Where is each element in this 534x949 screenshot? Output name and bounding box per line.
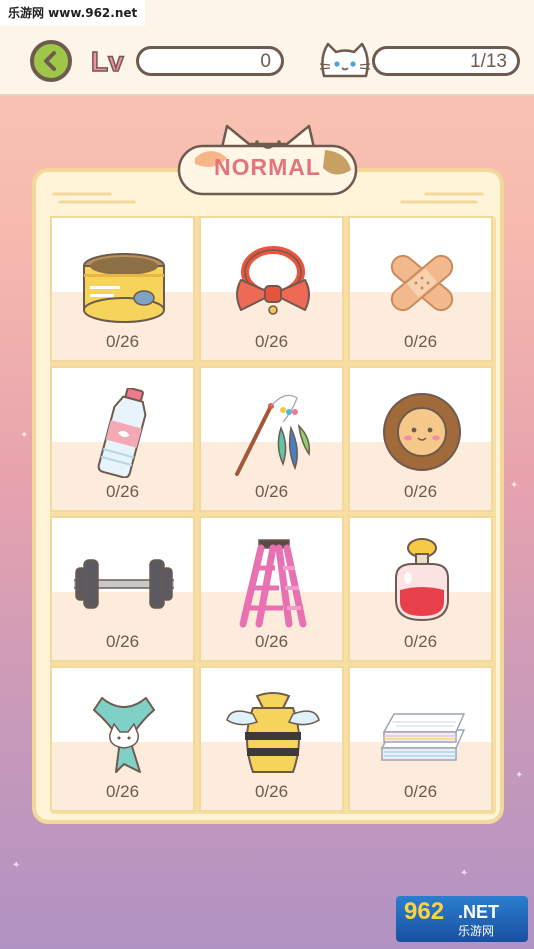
item-count: 0/26 [254, 632, 289, 651]
sparkle-icon: ✦ [460, 868, 469, 879]
collection-count: 1/13 [470, 51, 507, 72]
level-label: Lv [91, 46, 124, 76]
sparkle-icon: ✦ [515, 770, 524, 781]
item-cell-perfume-bottle[interactable]: 0/26 [348, 516, 493, 662]
bee-costume-icon [226, 692, 320, 773]
cat-face-icon [319, 42, 371, 78]
collection-panel: 0/26 0/26 0/26 0/26 0/26 0/26 0/26 0/26 … [32, 168, 504, 824]
item-cell-cat-scarf[interactable]: 0/26 [50, 666, 195, 812]
watermark-logo-sub: 乐游网 [458, 924, 495, 938]
item-count: 0/26 [403, 782, 438, 801]
watermark-logo: 962 .NET 乐游网 [396, 896, 528, 942]
perfume-bottle-icon [395, 538, 449, 622]
level-bar: 0 [136, 46, 284, 76]
water-bottle-icon [97, 388, 147, 478]
item-cell-lion-plush[interactable]: 0/26 [348, 366, 493, 512]
item-count: 0/26 [105, 782, 140, 801]
watermark-logo-number: 962 [404, 898, 445, 925]
cat-food-can-icon [83, 253, 165, 323]
item-cell-dumbbell[interactable]: 0/26 [50, 516, 195, 662]
item-count: 0/26 [254, 482, 289, 501]
item-count: 0/26 [403, 332, 438, 351]
level-icon: Lv [90, 45, 125, 76]
item-cell-feather-wand[interactable]: 0/26 [199, 366, 344, 512]
item-cell-bee-costume[interactable]: 0/26 [199, 666, 344, 812]
collection-bar: 1/13 [372, 46, 520, 76]
lion-plush-icon [383, 393, 461, 471]
item-count: 0/26 [403, 632, 438, 651]
title-badge: NORMAL [175, 118, 360, 198]
sparkle-icon: ✦ [510, 480, 519, 491]
back-button[interactable] [30, 40, 72, 82]
item-count: 0/26 [105, 332, 140, 351]
panel-title: NORMAL [214, 154, 321, 180]
item-cell-towel-stack[interactable]: 0/26 [348, 666, 493, 812]
panel-line-decoration [400, 192, 484, 204]
towel-stack-icon [380, 713, 466, 761]
item-cell-cat-food-can[interactable]: 0/26 [50, 216, 195, 362]
item-cell-pink-ladder[interactable]: 0/26 [199, 516, 344, 662]
bow-collar-icon [236, 246, 310, 315]
item-count: 0/26 [105, 632, 140, 651]
level-value: 0 [260, 51, 271, 72]
cat-scarf-icon [93, 697, 155, 773]
item-cell-water-bottle[interactable]: 0/26 [50, 366, 195, 512]
item-grid: 0/26 0/26 0/26 0/26 0/26 0/26 0/26 0/26 … [50, 216, 496, 814]
item-cell-bandage[interactable]: 0/26 [348, 216, 493, 362]
panel-line-decoration [52, 192, 136, 204]
item-count: 0/26 [403, 482, 438, 501]
bandage-icon [390, 254, 454, 312]
feather-wand-icon [235, 394, 311, 476]
watermark-text: 乐游网 www.962.net [0, 0, 146, 26]
sparkle-icon: ✦ [20, 430, 29, 441]
item-count: 0/26 [105, 482, 140, 501]
chevron-left-icon [44, 51, 56, 71]
watermark-logo-net: .NET [458, 902, 500, 922]
ladder-icon [239, 539, 307, 628]
sparkle-icon: ✦ [12, 860, 21, 871]
dumbbell-icon [74, 559, 174, 609]
item-cell-red-bow-collar[interactable]: 0/26 [199, 216, 344, 362]
item-count: 0/26 [254, 332, 289, 351]
item-count: 0/26 [254, 782, 289, 801]
